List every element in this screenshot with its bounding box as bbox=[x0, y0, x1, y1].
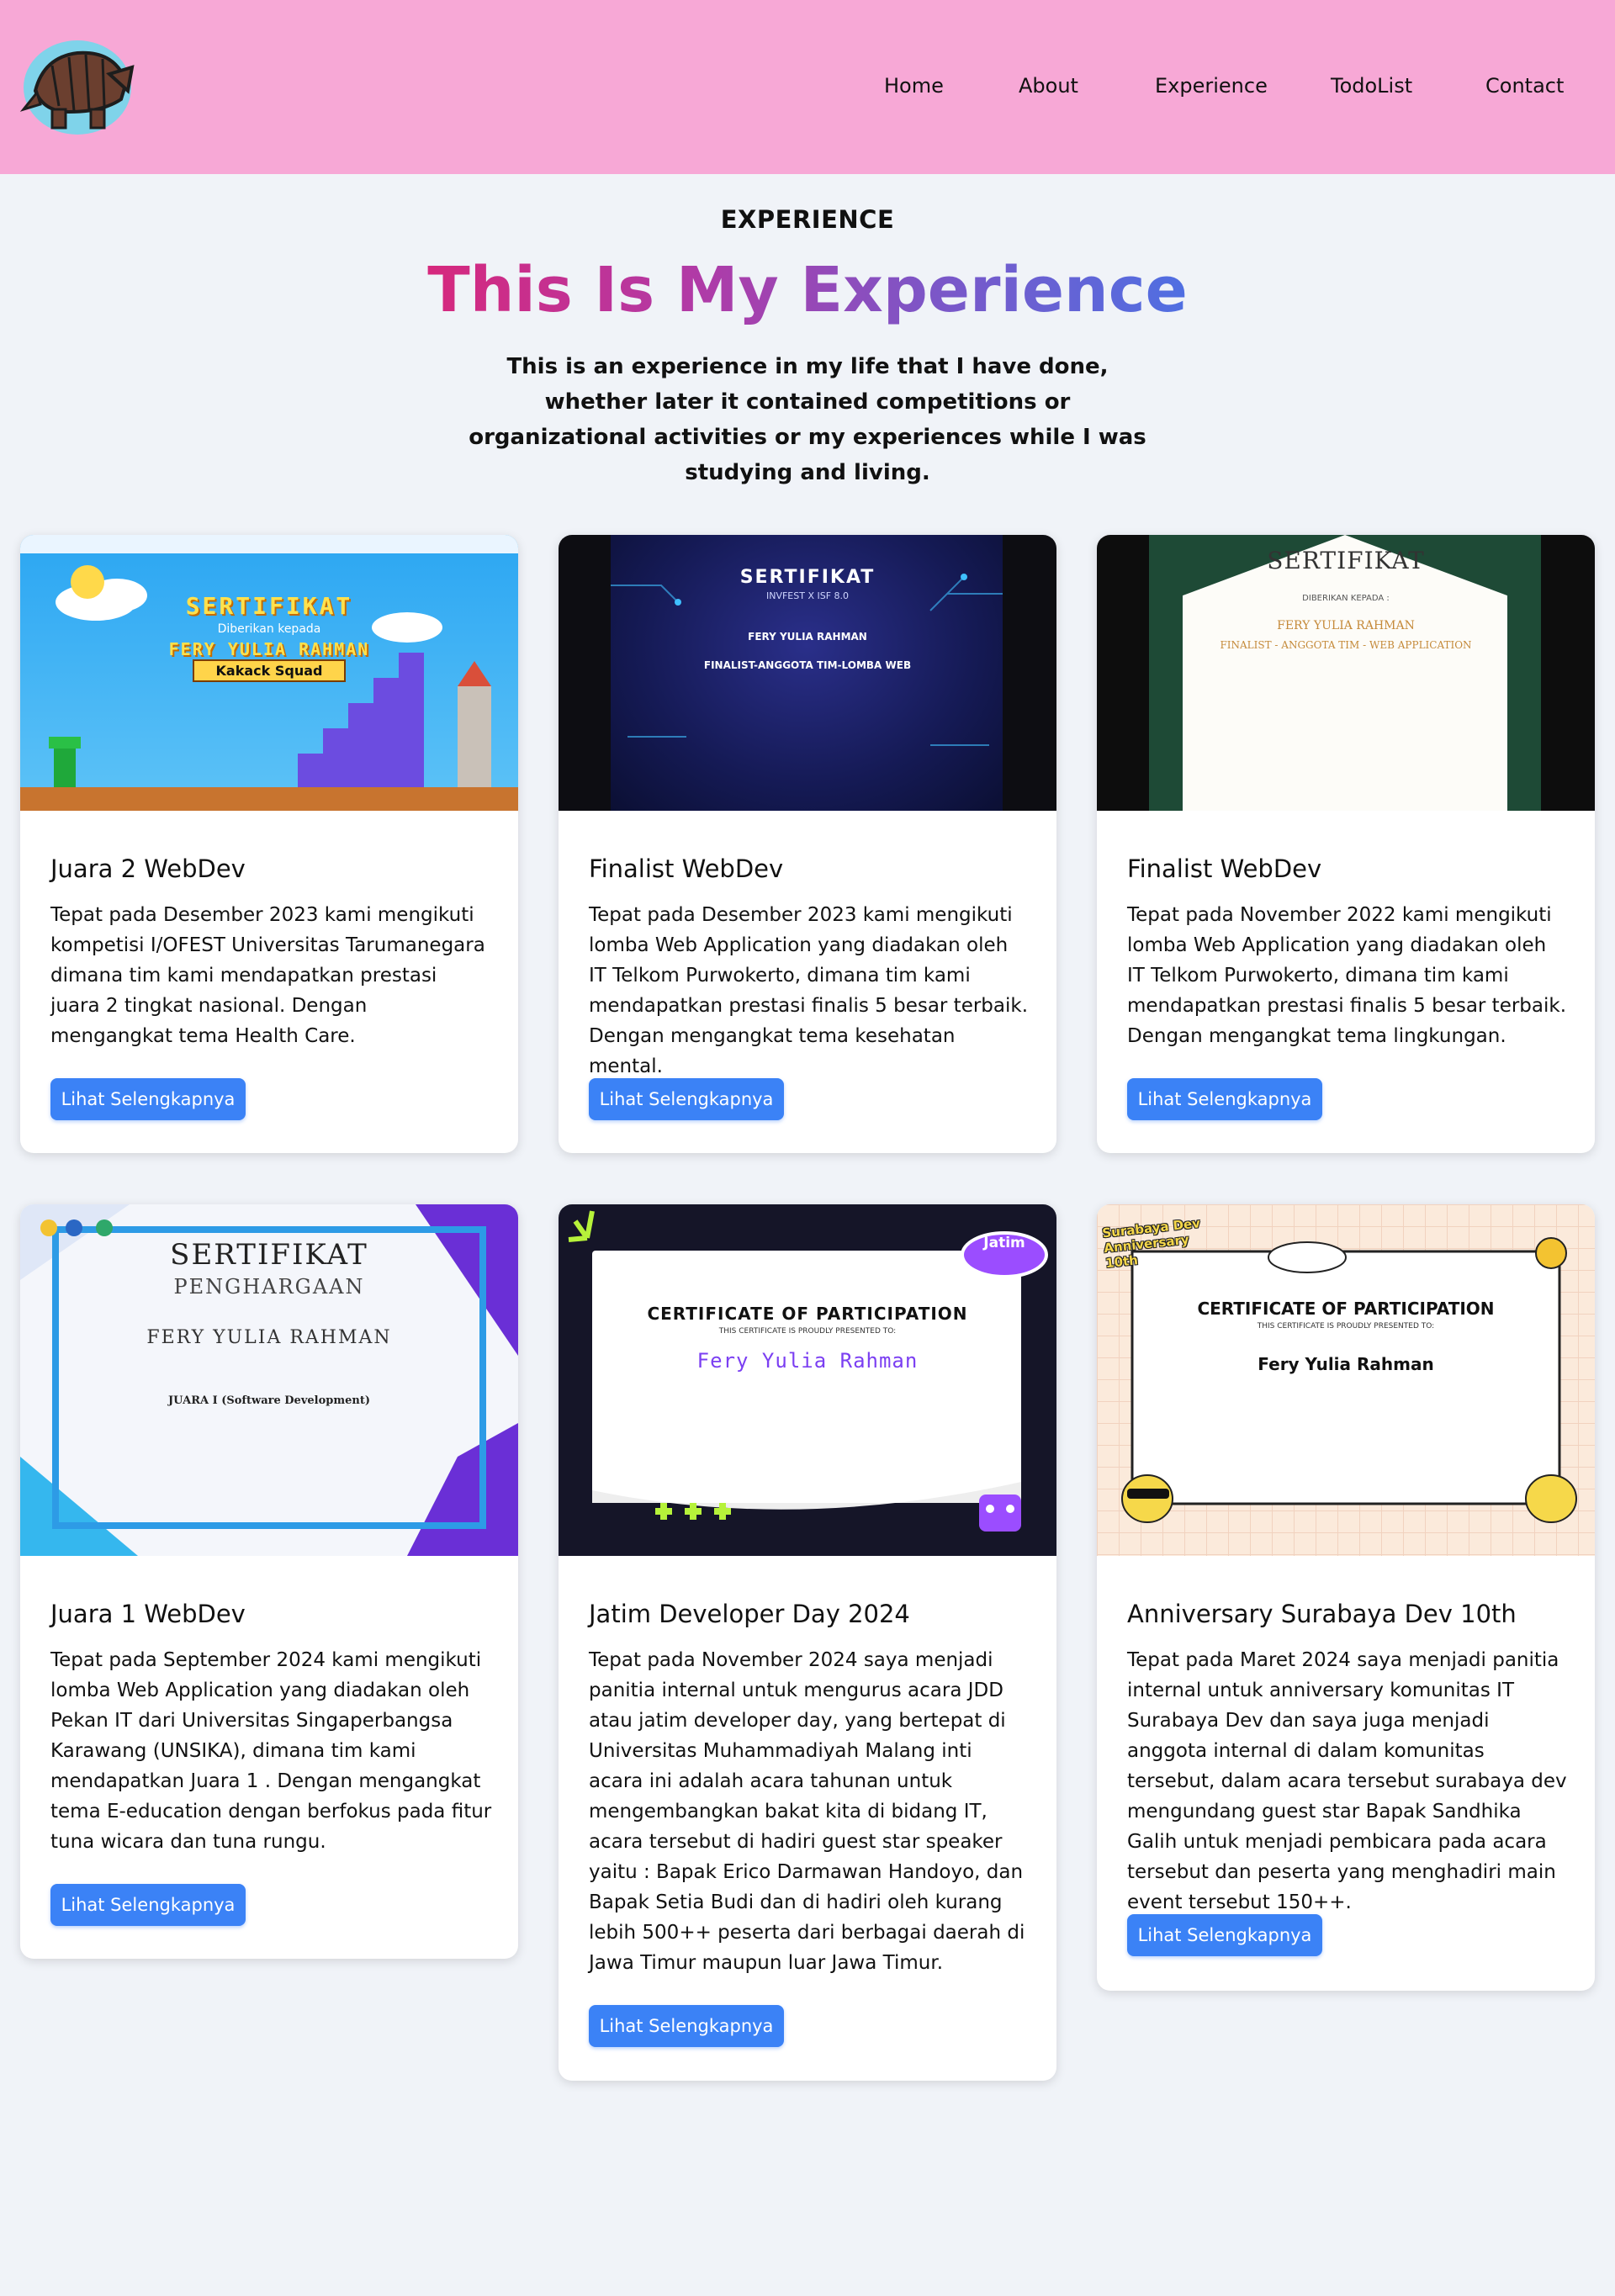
certificate-recipient: FERY YULIA RAHMAN bbox=[168, 639, 370, 659]
certificate-image[interactable]: SERTIFIKAT DIBERIKAN KEPADA : FERY YULIA… bbox=[1097, 535, 1595, 811]
page-title-text: This Is My Experience bbox=[427, 254, 1188, 326]
site-header: Home About Experience TodoList Contact bbox=[0, 0, 1615, 174]
nav-about[interactable]: About bbox=[1019, 74, 1078, 98]
certificate-subheading: Diberikan kepada bbox=[217, 622, 321, 636]
certificate-recipient: FERY YULIA RAHMAN bbox=[748, 631, 867, 643]
card-description: Tepat pada November 2024 saya menjadi pa… bbox=[589, 1649, 1025, 1974]
certificate-recipient: Fery Yulia Rahman bbox=[696, 1349, 919, 1373]
confetti-decoration-icon bbox=[568, 1210, 1048, 1532]
certificate-badge: Jatim bbox=[983, 1235, 1025, 1251]
certificate-paper bbox=[1149, 535, 1541, 811]
certificate-recipient: Fery Yulia Rahman bbox=[1258, 1354, 1434, 1374]
page-title: This Is My Experience bbox=[0, 252, 1615, 328]
certificate-subheading: INVFEST X ISF 8.0 bbox=[765, 590, 850, 601]
certificate-heading: SERTIFIKAT bbox=[185, 592, 353, 620]
certificate-team: FINALIST-ANGGOTA TIM-LOMBA WEB bbox=[703, 659, 912, 671]
experience-card: SERTIFIKAT Diberikan kepada FERY YULIA R… bbox=[20, 535, 518, 1153]
card-title: Jatim Developer Day 2024 bbox=[589, 1600, 910, 1628]
certificate-image[interactable]: SERTIFIKAT Diberikan kepada FERY YULIA R… bbox=[20, 535, 518, 811]
nav-contact[interactable]: Contact bbox=[1485, 74, 1564, 98]
certificate-subheading: PENGHARGAAN bbox=[173, 1275, 365, 1299]
certificate-subheading: THIS CERTIFICATE IS PROUDLY PRESENTED TO… bbox=[1257, 1322, 1435, 1331]
card-title: Finalist WebDev bbox=[1127, 854, 1322, 883]
certificate-team-label: Kakack Squad bbox=[192, 659, 347, 682]
view-more-button[interactable]: Lihat Selengkapnya bbox=[50, 1078, 246, 1120]
certificate-heading: SERTIFIKAT bbox=[739, 567, 876, 588]
card-description: Tepat pada Maret 2024 saya menjadi panit… bbox=[1127, 1649, 1567, 1913]
intro-text: This is an experience in my life that I … bbox=[469, 354, 1146, 485]
certificate-heading: SERTIFIKAT bbox=[170, 1238, 368, 1272]
certificate-heading: CERTIFICATE OF PARTICIPATION bbox=[1197, 1299, 1495, 1319]
certificate-team: JUARA I (Software Development) bbox=[168, 1394, 370, 1407]
main-nav: Home About Experience TodoList Contact bbox=[0, 74, 1615, 104]
certificate-recipient: FERY YULIA RAHMAN bbox=[1277, 619, 1415, 632]
certificate-image[interactable]: CERTIFICATE OF PARTICIPATION THIS CERTIF… bbox=[559, 1204, 1056, 1556]
certificate-recipient: FERY YULIA RAHMAN bbox=[146, 1327, 392, 1348]
view-more-button[interactable]: Lihat Selengkapnya bbox=[589, 2005, 784, 2047]
certificate-subheading: THIS CERTIFICATE IS PROUDLY PRESENTED TO… bbox=[718, 1327, 897, 1336]
certificate-heading: CERTIFICATE OF PARTICIPATION bbox=[647, 1304, 968, 1324]
card-title: Finalist WebDev bbox=[589, 854, 784, 883]
experience-card: Surabaya Dev Anniversary 10th CERTIFICAT… bbox=[1097, 1204, 1595, 1991]
certificate-heading: SERTIFIKAT bbox=[1267, 547, 1425, 574]
nav-todolist[interactable]: TodoList bbox=[1331, 74, 1412, 98]
certificate-image[interactable]: SERTIFIKAT INVFEST X ISF 8.0 FERY YULIA … bbox=[559, 535, 1056, 811]
card-description: Tepat pada September 2024 kami mengikuti… bbox=[50, 1649, 492, 1853]
card-title: Anniversary Surabaya Dev 10th bbox=[1127, 1600, 1517, 1628]
certificate-team: FINALIST - ANGGOTA TIM - WEB APPLICATION bbox=[1220, 639, 1472, 651]
experience-card: CERTIFICATE OF PARTICIPATION THIS CERTIF… bbox=[559, 1204, 1056, 2081]
certificate-team: Kakack Squad bbox=[20, 659, 518, 682]
experience-card: SERTIFIKAT PENGHARGAAN FERY YULIA RAHMAN… bbox=[20, 1204, 518, 1959]
nav-experience[interactable]: Experience bbox=[1155, 74, 1268, 98]
experience-card: SERTIFIKAT DIBERIKAN KEPADA : FERY YULIA… bbox=[1097, 535, 1595, 1153]
experience-card: SERTIFIKAT INVFEST X ISF 8.0 FERY YULIA … bbox=[559, 535, 1056, 1153]
view-more-button[interactable]: Lihat Selengkapnya bbox=[1127, 1914, 1322, 1956]
card-title: Juara 2 WebDev bbox=[50, 854, 246, 883]
section-eyebrow: EXPERIENCE bbox=[720, 205, 895, 234]
card-description: Tepat pada Desember 2023 kami mengikuti … bbox=[50, 904, 485, 1047]
certificate-image[interactable]: SERTIFIKAT PENGHARGAAN FERY YULIA RAHMAN… bbox=[20, 1204, 518, 1556]
view-more-button[interactable]: Lihat Selengkapnya bbox=[589, 1078, 784, 1120]
card-description: Tepat pada November 2022 kami mengikuti … bbox=[1127, 904, 1567, 1047]
view-more-button[interactable]: Lihat Selengkapnya bbox=[50, 1884, 246, 1926]
nav-home[interactable]: Home bbox=[884, 74, 944, 98]
card-title: Juara 1 WebDev bbox=[50, 1600, 246, 1628]
card-description: Tepat pada Desember 2023 kami mengikuti … bbox=[589, 904, 1029, 1077]
view-more-button[interactable]: Lihat Selengkapnya bbox=[1127, 1078, 1322, 1120]
certificate-image[interactable]: Surabaya Dev Anniversary 10th CERTIFICAT… bbox=[1097, 1204, 1595, 1556]
certificate-subheading: DIBERIKAN KEPADA : bbox=[1302, 594, 1390, 603]
